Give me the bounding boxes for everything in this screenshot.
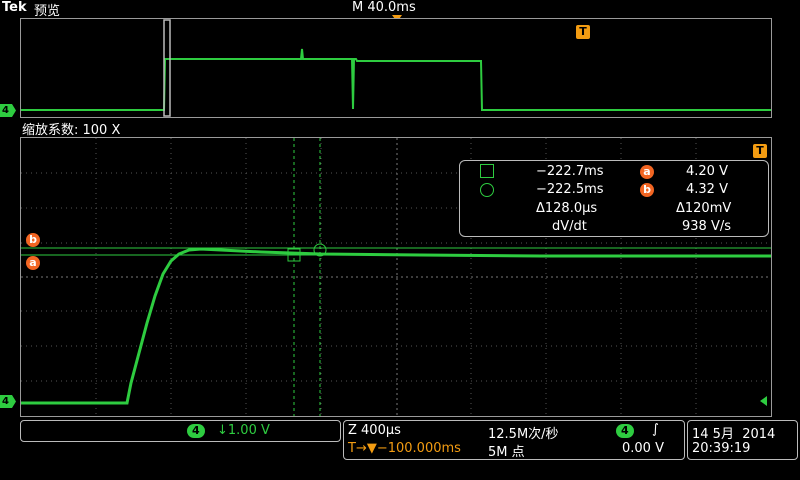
cursor-1-time: −222.7ms xyxy=(536,164,604,179)
overview-channel4-marker[interactable]: 4 xyxy=(0,104,16,117)
overview-waveform xyxy=(20,18,772,118)
cursor-b-voltage: 4.32 V xyxy=(686,182,728,197)
trigger-level-arrow-icon xyxy=(760,396,767,406)
readout-row-3: Δ128.0µs Δ120mV xyxy=(460,201,768,219)
overview-trace xyxy=(21,48,771,111)
trigger-level: 0.00 V xyxy=(622,441,664,456)
cursor-a-voltage: 4.20 V xyxy=(686,164,728,179)
record-length: 5M 点 xyxy=(488,445,525,460)
trigger-channel-pill: 4 xyxy=(616,424,634,438)
readout-a-badge: a xyxy=(640,165,654,179)
cursor-b-badge: b xyxy=(26,233,40,247)
channel-scale-box[interactable]: 4 ↓1.00 V xyxy=(20,420,341,442)
channel4-trace xyxy=(21,247,771,405)
cursor-2-time: −222.5ms xyxy=(536,182,604,197)
delta-time: Δ128.0µs xyxy=(536,201,598,216)
cursor-a-badge: a xyxy=(26,256,40,270)
main-trigger-icon: T xyxy=(753,144,767,158)
readout-b-badge: b xyxy=(640,183,654,197)
time-display: 20:39:19 xyxy=(692,441,751,456)
channel4-pill: 4 xyxy=(187,424,205,438)
overview-trace-svg xyxy=(21,19,771,117)
sample-rate: 12.5M次/秒 xyxy=(488,427,559,442)
readout-row-4: dV/dt 938 V/s xyxy=(460,219,768,237)
readout-row-2: −222.5ms b 4.32 V xyxy=(460,182,768,200)
acquisition-mode: 预览 xyxy=(34,4,61,19)
channel4-scale: ↓1.00 V xyxy=(217,423,270,438)
slope-label: dV/dt xyxy=(552,219,587,234)
date-display: 14 5月 2014 xyxy=(692,427,776,442)
cursor-circle-icon xyxy=(480,183,494,197)
overview-trigger-icon: T xyxy=(576,25,590,39)
cursor-square-icon xyxy=(480,164,494,178)
timebase-readout[interactable]: M 40.0ms xyxy=(352,0,416,15)
main-channel4-marker[interactable]: 4 xyxy=(0,395,16,408)
brand-logo: Tek xyxy=(2,0,27,15)
zoom-timebase: Z 400µs xyxy=(348,423,401,438)
slope-value: 938 V/s xyxy=(682,219,731,234)
trigger-position: T→▼−100.000ms xyxy=(348,441,461,456)
cursor-readout-panel: −222.7ms a 4.20 V −222.5ms b 4.32 V Δ128… xyxy=(459,160,769,237)
date-time-box: 14 5月 2014 20:39:19 xyxy=(687,420,798,460)
readout-row-1: −222.7ms a 4.20 V xyxy=(460,164,768,182)
zoom-factor-label: 缩放系数: 100 X xyxy=(22,123,121,138)
horizontal-trigger-box[interactable]: Z 400µs 12.5M次/秒 4 ∫ T→▼−100.000ms 5M 点 … xyxy=(343,420,685,460)
delta-voltage: Δ120mV xyxy=(676,201,732,216)
trigger-slope-icon: ∫ xyxy=(652,422,659,437)
